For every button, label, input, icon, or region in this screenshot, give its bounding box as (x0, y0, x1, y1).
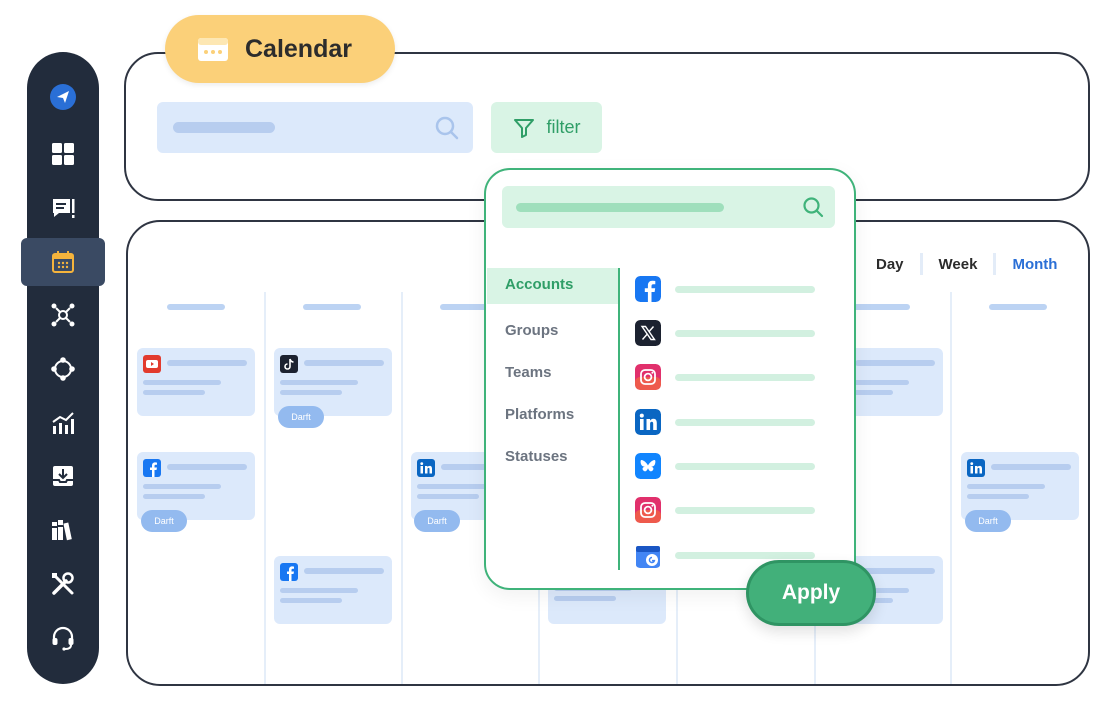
popup-divider (618, 268, 620, 570)
column-divider (950, 292, 952, 684)
sidebar-item-posts[interactable] (48, 194, 78, 224)
view-tab-week[interactable]: Week (923, 256, 994, 273)
column-divider (401, 292, 403, 684)
popup-search-input[interactable] (502, 186, 835, 228)
page-title: Calendar (245, 34, 352, 63)
youtube-icon (143, 355, 161, 373)
category-statuses[interactable]: Statuses (505, 448, 568, 465)
account-name-bar (675, 330, 815, 337)
account-item-facebook[interactable] (635, 276, 815, 302)
column-header (167, 304, 225, 310)
account-name-bar (675, 286, 815, 293)
sidebar-item-network[interactable] (48, 300, 78, 330)
instagram-icon (635, 364, 661, 390)
column-header (989, 304, 1047, 310)
category-accounts[interactable]: Accounts (505, 276, 573, 293)
popup-search-placeholder-bar (516, 203, 724, 212)
sidebar (21, 52, 105, 684)
sidebar-item-support[interactable] (48, 623, 78, 653)
dashboard-icon (52, 143, 74, 165)
search-icon (435, 116, 459, 140)
search-placeholder-bar (173, 122, 275, 133)
search-input[interactable] (157, 102, 473, 153)
support-headset-icon (52, 626, 74, 651)
app-stage: Calendar filter Day Week Month Darft Dar… (0, 0, 1109, 701)
network-icon (51, 303, 75, 327)
sidebar-item-calendar[interactable] (48, 247, 78, 277)
account-name-bar (675, 507, 815, 514)
account-name-bar (675, 374, 815, 381)
facebook-icon (635, 276, 661, 302)
apply-button[interactable]: Apply (746, 560, 876, 626)
analytics-icon (52, 412, 74, 434)
apply-label: Apply (781, 581, 841, 604)
tiktok-icon (280, 355, 298, 373)
instagram-icon (635, 497, 661, 523)
filter-icon (514, 118, 535, 138)
tools-icon (52, 572, 74, 595)
account-item-x[interactable] (635, 320, 815, 346)
sidebar-item-library[interactable] (48, 515, 78, 545)
filter-label: filter (546, 117, 581, 137)
calendar-icon (198, 38, 228, 61)
sidebar-item-analytics[interactable] (48, 408, 78, 438)
calendar-icon (52, 251, 74, 273)
view-tab-month[interactable]: Month (996, 256, 1073, 273)
calendar-title-tab: Calendar (165, 15, 395, 83)
linkedin-icon (635, 409, 661, 435)
account-name-bar (675, 463, 815, 470)
account-name-bar (675, 552, 815, 559)
column-divider (264, 292, 266, 684)
calendar-post-card[interactable] (137, 348, 255, 416)
connections-icon (51, 357, 75, 381)
send-icon (50, 84, 76, 110)
column-header (852, 304, 910, 310)
calendar-post-card[interactable] (274, 556, 392, 624)
account-item-instagram[interactable] (635, 364, 815, 390)
status-badge: Darft (414, 510, 460, 532)
linkedin-icon (417, 459, 435, 477)
facebook-icon (280, 563, 298, 581)
library-icon (52, 520, 72, 541)
account-item-linkedin[interactable] (635, 409, 815, 435)
status-badge: Darft (278, 406, 324, 428)
facebook-icon (143, 459, 161, 477)
column-header (303, 304, 361, 310)
inbox-download-icon (53, 466, 73, 486)
view-tab-day[interactable]: Day (860, 256, 920, 273)
filter-button[interactable]: filter (491, 102, 602, 153)
status-badge: Darft (965, 510, 1011, 532)
linkedin-icon (967, 459, 985, 477)
account-item-instagram-2[interactable] (635, 497, 815, 523)
category-groups[interactable]: Groups (505, 322, 558, 339)
sidebar-item-dashboard[interactable] (48, 139, 78, 169)
sidebar-item-connections[interactable] (48, 354, 78, 384)
account-name-bar (675, 419, 815, 426)
category-teams[interactable]: Teams (505, 364, 551, 381)
bluesky-icon (635, 453, 661, 479)
x-icon (635, 320, 661, 346)
sidebar-item-inbox[interactable] (48, 461, 78, 491)
search-icon (803, 197, 824, 218)
posts-icon (53, 199, 75, 218)
category-platforms[interactable]: Platforms (505, 406, 574, 423)
status-badge: Darft (141, 510, 187, 532)
google-business-icon (635, 542, 661, 568)
view-switcher: Day Week Month (860, 250, 1073, 278)
sidebar-item-tools[interactable] (48, 569, 78, 599)
sidebar-item-send[interactable] (48, 82, 78, 112)
account-item-bluesky[interactable] (635, 453, 815, 479)
